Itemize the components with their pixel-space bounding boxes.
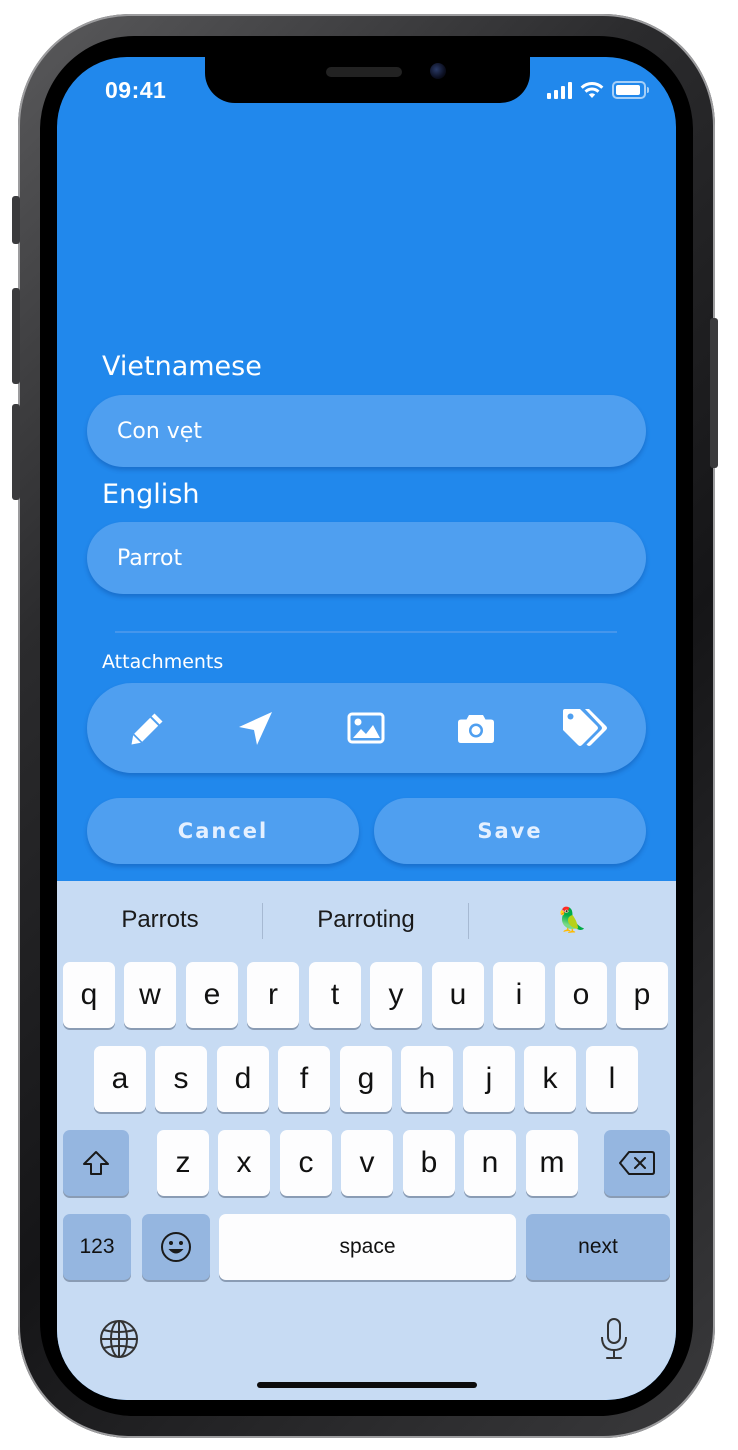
emoji-key[interactable] bbox=[142, 1214, 210, 1280]
space-key[interactable]: space bbox=[219, 1214, 516, 1280]
vietnamese-label: Vietnamese bbox=[102, 351, 262, 382]
key-j[interactable]: j bbox=[463, 1046, 515, 1112]
numbers-key[interactable]: 123 bbox=[63, 1214, 131, 1280]
globe-icon[interactable] bbox=[97, 1317, 141, 1361]
key-s[interactable]: s bbox=[155, 1046, 207, 1112]
silent-switch bbox=[12, 196, 20, 244]
save-button[interactable]: Save bbox=[374, 798, 646, 864]
key-l[interactable]: l bbox=[586, 1046, 638, 1112]
key-w[interactable]: w bbox=[124, 962, 176, 1028]
key-o[interactable]: o bbox=[555, 962, 607, 1028]
key-n[interactable]: n bbox=[464, 1130, 516, 1196]
key-x[interactable]: x bbox=[218, 1130, 270, 1196]
location-arrow-icon[interactable] bbox=[233, 705, 279, 751]
volume-up-button bbox=[12, 288, 20, 384]
key-a[interactable]: a bbox=[94, 1046, 146, 1112]
english-input[interactable] bbox=[117, 522, 617, 594]
volume-down-button bbox=[12, 404, 20, 500]
cancel-button[interactable]: Cancel bbox=[87, 798, 359, 864]
key-v[interactable]: v bbox=[341, 1130, 393, 1196]
key-r[interactable]: r bbox=[247, 962, 299, 1028]
shift-icon bbox=[83, 1151, 109, 1175]
keyboard: Parrots Parroting 🦜 q w e r t y u i o p … bbox=[57, 881, 676, 1400]
phone-screen: 09:41 Vietnamese English Attachments bbox=[57, 57, 676, 1400]
divider bbox=[115, 631, 617, 633]
tags-icon[interactable] bbox=[561, 705, 607, 751]
key-m[interactable]: m bbox=[526, 1130, 578, 1196]
vietnamese-field[interactable] bbox=[87, 395, 646, 467]
key-h[interactable]: h bbox=[401, 1046, 453, 1112]
key-b[interactable]: b bbox=[403, 1130, 455, 1196]
image-icon[interactable] bbox=[343, 705, 389, 751]
vietnamese-input[interactable] bbox=[117, 395, 617, 467]
key-y[interactable]: y bbox=[370, 962, 422, 1028]
next-key[interactable]: next bbox=[526, 1214, 670, 1280]
shift-key[interactable] bbox=[63, 1130, 129, 1196]
speaker-grille bbox=[326, 67, 402, 77]
key-t[interactable]: t bbox=[309, 962, 361, 1028]
status-icons bbox=[547, 79, 649, 101]
suggestion-1[interactable]: Parrots bbox=[57, 899, 263, 941]
status-time: 09:41 bbox=[105, 77, 167, 103]
notch bbox=[205, 57, 530, 103]
key-g[interactable]: g bbox=[340, 1046, 392, 1112]
suggestion-bar: Parrots Parroting 🦜 bbox=[57, 881, 676, 959]
key-u[interactable]: u bbox=[432, 962, 484, 1028]
power-button bbox=[710, 318, 718, 468]
key-i[interactable]: i bbox=[493, 962, 545, 1028]
attachments-bar bbox=[87, 683, 646, 773]
camera-icon[interactable] bbox=[453, 705, 499, 751]
key-f[interactable]: f bbox=[278, 1046, 330, 1112]
suggestion-3-parrot-emoji[interactable]: 🦜 bbox=[469, 899, 675, 941]
attachments-label: Attachments bbox=[102, 651, 224, 673]
battery-icon bbox=[612, 81, 649, 99]
front-camera bbox=[430, 63, 446, 79]
english-label: English bbox=[102, 479, 200, 510]
microphone-icon[interactable] bbox=[592, 1317, 636, 1361]
key-q[interactable]: q bbox=[63, 962, 115, 1028]
key-d[interactable]: d bbox=[217, 1046, 269, 1112]
backspace-icon bbox=[619, 1151, 655, 1175]
key-z[interactable]: z bbox=[157, 1130, 209, 1196]
suggestion-2[interactable]: Parroting bbox=[263, 899, 469, 941]
emoji-icon bbox=[161, 1232, 191, 1262]
cellular-signal-icon bbox=[547, 81, 572, 99]
english-field[interactable] bbox=[87, 522, 646, 594]
key-p[interactable]: p bbox=[616, 962, 668, 1028]
wifi-icon bbox=[580, 81, 604, 98]
backspace-key[interactable] bbox=[604, 1130, 670, 1196]
key-c[interactable]: c bbox=[280, 1130, 332, 1196]
key-k[interactable]: k bbox=[524, 1046, 576, 1112]
key-e[interactable]: e bbox=[186, 962, 238, 1028]
home-indicator[interactable] bbox=[257, 1382, 477, 1388]
pencil-icon[interactable] bbox=[125, 705, 171, 751]
